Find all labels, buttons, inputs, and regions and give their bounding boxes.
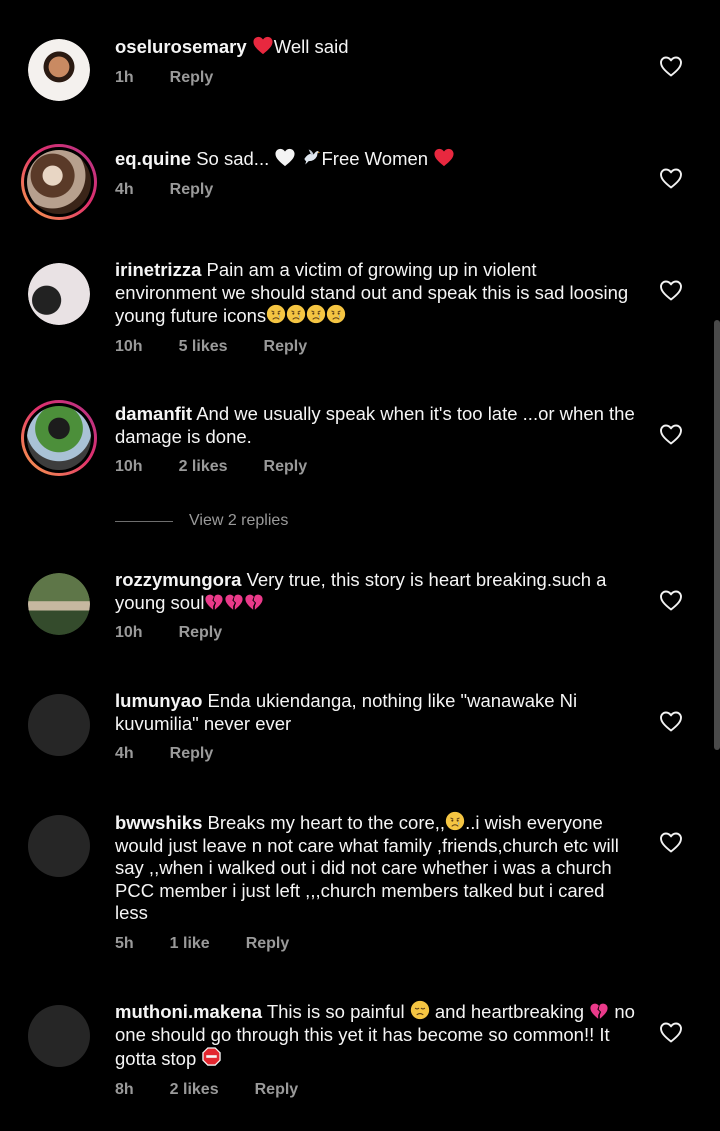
comment-text: damanfit And we usually speak when it's … bbox=[115, 403, 640, 448]
reply-button[interactable]: Reply bbox=[255, 1079, 299, 1102]
crying-face-emoji bbox=[326, 304, 346, 324]
avatar[interactable] bbox=[28, 263, 90, 325]
reply-button[interactable]: Reply bbox=[264, 336, 308, 359]
reply-button[interactable]: Reply bbox=[170, 743, 214, 766]
heart-outline-icon[interactable] bbox=[659, 1021, 683, 1043]
crying-face-emoji bbox=[445, 811, 465, 831]
comment-body: Free Women bbox=[321, 148, 429, 169]
username[interactable]: eq.quine bbox=[115, 148, 191, 169]
like-count[interactable]: 1 like bbox=[170, 933, 210, 956]
broken-heart-emoji bbox=[204, 593, 224, 611]
scrollbar[interactable] bbox=[714, 320, 720, 750]
username[interactable]: damanfit bbox=[115, 403, 192, 424]
red-heart-emoji bbox=[252, 35, 274, 55]
avatar[interactable] bbox=[21, 400, 97, 476]
heart-outline-icon[interactable] bbox=[659, 710, 683, 732]
timestamp: 10h bbox=[115, 458, 143, 475]
username[interactable]: rozzymungora bbox=[115, 569, 241, 590]
comment-text: eq.quine So sad... Free Women bbox=[115, 147, 640, 171]
comment-text: oselurosemary Well said bbox=[115, 35, 640, 59]
comment-meta: 8h 2 likes Reply bbox=[115, 1079, 640, 1102]
white-heart-emoji bbox=[274, 147, 296, 167]
avatar[interactable] bbox=[28, 573, 90, 635]
like-count[interactable]: 2 likes bbox=[170, 1079, 219, 1102]
crying-face-emoji bbox=[286, 304, 306, 324]
comment-body: So sad... bbox=[196, 148, 270, 169]
broken-heart-emoji bbox=[224, 593, 244, 611]
heart-outline-icon[interactable] bbox=[659, 167, 683, 189]
comment-body: Well said bbox=[273, 36, 349, 57]
comment-text: irinetrizza Pain am a victim of growing … bbox=[115, 259, 640, 328]
stop-sign-emoji bbox=[201, 1046, 222, 1067]
timestamp: 4h bbox=[115, 180, 134, 198]
divider bbox=[115, 520, 173, 522]
crying-face-emoji bbox=[306, 304, 326, 324]
reply-button[interactable]: Reply bbox=[170, 179, 214, 202]
timestamp: 5h bbox=[115, 934, 134, 952]
timestamp: 4h bbox=[115, 745, 134, 762]
comment-meta: 5h 1 like Reply bbox=[115, 933, 640, 956]
username[interactable]: muthoni.makena bbox=[115, 1001, 262, 1022]
crying-face-emoji bbox=[266, 304, 286, 324]
reply-button[interactable]: Reply bbox=[170, 67, 214, 90]
disappointed-face-emoji bbox=[410, 1000, 430, 1020]
avatar[interactable] bbox=[28, 1005, 90, 1067]
like-count[interactable]: 2 likes bbox=[179, 456, 228, 479]
reply-button[interactable]: Reply bbox=[264, 456, 308, 479]
comment-meta: 10h Reply bbox=[115, 622, 640, 645]
comment-text: lumunyao Enda ukiendanga, nothing like "… bbox=[115, 690, 640, 735]
comment-text: muthoni.makena This is so painful and he… bbox=[115, 1000, 640, 1071]
timestamp: 10h bbox=[115, 337, 143, 355]
comment-meta: 10h 2 likes Reply bbox=[115, 456, 640, 479]
broken-heart-emoji bbox=[589, 1002, 609, 1020]
comment-text: rozzymungora Very true, this story is he… bbox=[115, 569, 640, 614]
reply-button[interactable]: Reply bbox=[246, 933, 290, 956]
view-replies-label: View 2 replies bbox=[189, 512, 289, 529]
comment-meta: 4h Reply bbox=[115, 743, 640, 766]
comment-body: And we usually speak when it's too late … bbox=[115, 403, 635, 447]
avatar[interactable] bbox=[28, 815, 90, 877]
heart-outline-icon[interactable] bbox=[659, 55, 683, 77]
dove-emoji bbox=[302, 147, 322, 167]
avatar[interactable] bbox=[28, 694, 90, 756]
avatar[interactable] bbox=[21, 144, 97, 220]
comment-meta: 1h Reply bbox=[115, 67, 640, 90]
view-replies-button[interactable]: View 2 replies bbox=[115, 512, 288, 530]
timestamp: 8h bbox=[115, 1080, 134, 1098]
comment-body: This is so painful bbox=[266, 1001, 405, 1022]
username[interactable]: irinetrizza bbox=[115, 259, 201, 280]
comment-meta: 10h 5 likes Reply bbox=[115, 336, 640, 359]
comment-body: Breaks my heart to the core,, bbox=[207, 812, 446, 833]
username[interactable]: lumunyao bbox=[115, 690, 202, 711]
timestamp: 1h bbox=[115, 68, 134, 86]
avatar[interactable] bbox=[28, 39, 90, 101]
username[interactable]: bwwshiks bbox=[115, 812, 202, 833]
comment-text: bwwshiks Breaks my heart to the core,,..… bbox=[115, 811, 640, 925]
reply-button[interactable]: Reply bbox=[179, 622, 223, 645]
heart-outline-icon[interactable] bbox=[659, 423, 683, 445]
red-heart-emoji bbox=[433, 147, 455, 167]
heart-outline-icon[interactable] bbox=[659, 589, 683, 611]
comment-body: and heartbreaking bbox=[434, 1001, 585, 1022]
comment-meta: 4h Reply bbox=[115, 179, 640, 202]
broken-heart-emoji bbox=[244, 593, 264, 611]
like-count[interactable]: 5 likes bbox=[179, 336, 228, 359]
timestamp: 10h bbox=[115, 624, 143, 641]
username[interactable]: oselurosemary bbox=[115, 36, 247, 57]
heart-outline-icon[interactable] bbox=[659, 831, 683, 853]
heart-outline-icon[interactable] bbox=[659, 279, 683, 301]
